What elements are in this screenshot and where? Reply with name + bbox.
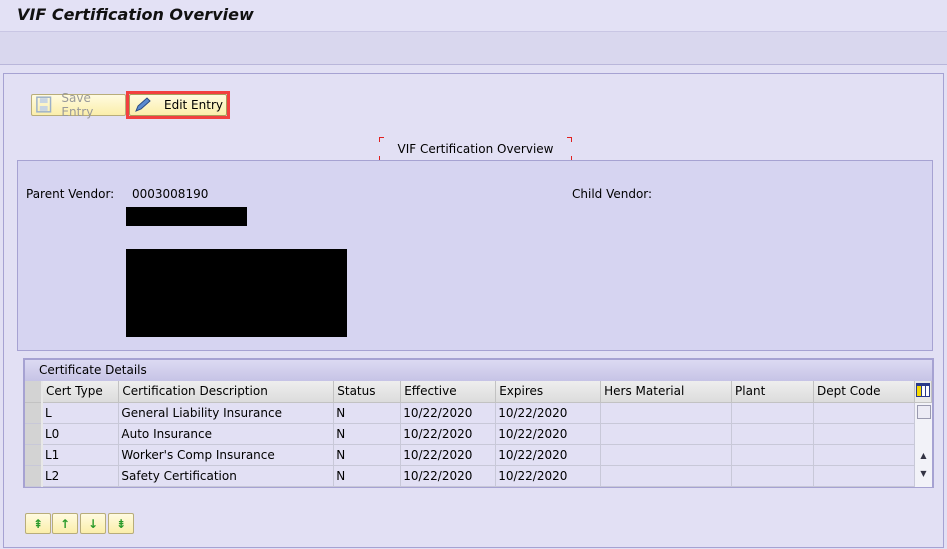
table-row[interactable]: L0 Auto Insurance N 10/22/2020 10/22/2020 bbox=[25, 423, 932, 445]
table-cell[interactable]: Auto Insurance bbox=[118, 423, 335, 445]
scroll-thumb[interactable] bbox=[917, 405, 931, 419]
table-cell[interactable] bbox=[731, 444, 814, 466]
next-page-icon: ↓ bbox=[87, 516, 99, 531]
table-cell[interactable]: N bbox=[333, 465, 402, 487]
table-cell[interactable]: N bbox=[333, 402, 402, 424]
row-selector[interactable] bbox=[25, 444, 43, 466]
table-row[interactable]: L General Liability Insurance N 10/22/2020 1… bbox=[25, 402, 932, 424]
table-row[interactable]: L1 Worker's Comp Insurance N 10/22/2020 10/2… bbox=[25, 444, 932, 466]
table-cell[interactable]: L bbox=[41, 402, 120, 424]
certificate-details-table: Certificate Details Cert Type Certificat… bbox=[23, 358, 934, 488]
previous-page-button[interactable]: ↑ bbox=[52, 513, 78, 534]
vendor-group: Parent Vendor: 0003008190 Child Vendor: bbox=[17, 160, 933, 351]
column-header[interactable]: Plant bbox=[731, 381, 814, 403]
select-all-header[interactable] bbox=[25, 381, 43, 403]
table-title: Certificate Details bbox=[25, 360, 932, 381]
table-cell[interactable] bbox=[731, 465, 814, 487]
toolbar bbox=[0, 32, 947, 65]
table-cell[interactable] bbox=[600, 402, 733, 424]
first-page-button[interactable]: ⇞ bbox=[25, 513, 51, 534]
section-caption: VIF Certification Overview bbox=[379, 137, 572, 161]
table-cell[interactable]: Safety Certification bbox=[118, 465, 335, 487]
caption-text: VIF Certification Overview bbox=[397, 142, 554, 156]
vertical-scrollbar[interactable]: ▲ ▼ bbox=[915, 403, 932, 487]
last-page-button[interactable]: ⇟ bbox=[108, 513, 134, 534]
column-header[interactable]: Status bbox=[333, 381, 402, 403]
table-cell[interactable]: 10/22/2020 bbox=[400, 402, 497, 424]
scroll-down-icon[interactable]: ▼ bbox=[915, 469, 932, 485]
column-settings-button[interactable] bbox=[914, 381, 933, 403]
table-cell[interactable] bbox=[600, 444, 733, 466]
table-cell[interactable] bbox=[600, 423, 733, 445]
table-cell[interactable]: N bbox=[333, 444, 402, 466]
table-cell[interactable] bbox=[813, 444, 915, 466]
table-cell[interactable]: 10/22/2020 bbox=[495, 444, 602, 466]
parent-vendor-value: 0003008190 bbox=[132, 187, 209, 201]
column-header[interactable]: Certification Description bbox=[118, 381, 335, 403]
parent-vendor-label: Parent Vendor: bbox=[26, 187, 115, 201]
title-bar: VIF Certification Overview bbox=[0, 0, 947, 32]
table-cell[interactable]: 10/22/2020 bbox=[495, 465, 602, 487]
previous-page-icon: ↑ bbox=[59, 516, 71, 531]
table-cell[interactable]: 10/22/2020 bbox=[495, 402, 602, 424]
edit-entry-label: Edit Entry bbox=[164, 98, 223, 112]
row-selector[interactable] bbox=[25, 402, 43, 424]
edit-entry-button[interactable]: Edit Entry bbox=[129, 94, 227, 116]
column-header[interactable]: Cert Type bbox=[41, 381, 120, 403]
table-row[interactable]: L2 Safety Certification N 10/22/2020 10/22/2… bbox=[25, 465, 932, 487]
save-entry-button[interactable]: Save Entry bbox=[31, 91, 126, 119]
table-cell[interactable] bbox=[731, 423, 814, 445]
table-cell[interactable]: Worker's Comp Insurance bbox=[118, 444, 335, 466]
table-cell[interactable] bbox=[731, 402, 814, 424]
table-cell[interactable]: 10/22/2020 bbox=[400, 465, 497, 487]
table-cell[interactable]: L2 bbox=[41, 465, 120, 487]
certificate-grid: Cert Type Certification Description Stat… bbox=[25, 381, 933, 487]
table-cell[interactable]: 10/22/2020 bbox=[495, 423, 602, 445]
column-header[interactable]: Hers Material bbox=[600, 381, 733, 403]
redacted-vendor-name bbox=[126, 207, 247, 226]
first-page-icon: ⇞ bbox=[32, 516, 44, 531]
row-selector[interactable] bbox=[25, 423, 43, 445]
scroll-up-icon[interactable]: ▲ bbox=[915, 451, 932, 467]
table-cell[interactable] bbox=[813, 423, 915, 445]
child-vendor-label: Child Vendor: bbox=[572, 187, 653, 201]
column-header[interactable]: Dept Code bbox=[813, 381, 915, 403]
table-cell[interactable] bbox=[813, 465, 915, 487]
table-cell[interactable]: 10/22/2020 bbox=[400, 444, 497, 466]
row-selector[interactable] bbox=[25, 465, 43, 487]
column-header[interactable]: Effective bbox=[400, 381, 497, 403]
next-page-button[interactable]: ↓ bbox=[80, 513, 106, 534]
column-header[interactable]: Expires bbox=[495, 381, 602, 403]
table-cell[interactable]: 10/22/2020 bbox=[400, 423, 497, 445]
table-cell[interactable] bbox=[600, 465, 733, 487]
page-title: VIF Certification Overview bbox=[17, 5, 254, 24]
table-cell[interactable]: L0 bbox=[41, 423, 120, 445]
table-cell[interactable]: N bbox=[333, 423, 402, 445]
column-layout-icon bbox=[915, 382, 930, 397]
last-page-icon: ⇟ bbox=[115, 516, 127, 531]
edit-entry-highlight[interactable]: Edit Entry bbox=[126, 91, 230, 119]
table-cell[interactable]: General Liability Insurance bbox=[118, 402, 335, 424]
pencil-icon bbox=[135, 97, 151, 112]
save-icon bbox=[36, 96, 52, 113]
save-entry-label: Save Entry bbox=[61, 91, 94, 119]
table-cell[interactable]: L1 bbox=[41, 444, 120, 466]
table-cell[interactable] bbox=[813, 402, 915, 424]
redacted-vendor-address bbox=[126, 249, 347, 337]
